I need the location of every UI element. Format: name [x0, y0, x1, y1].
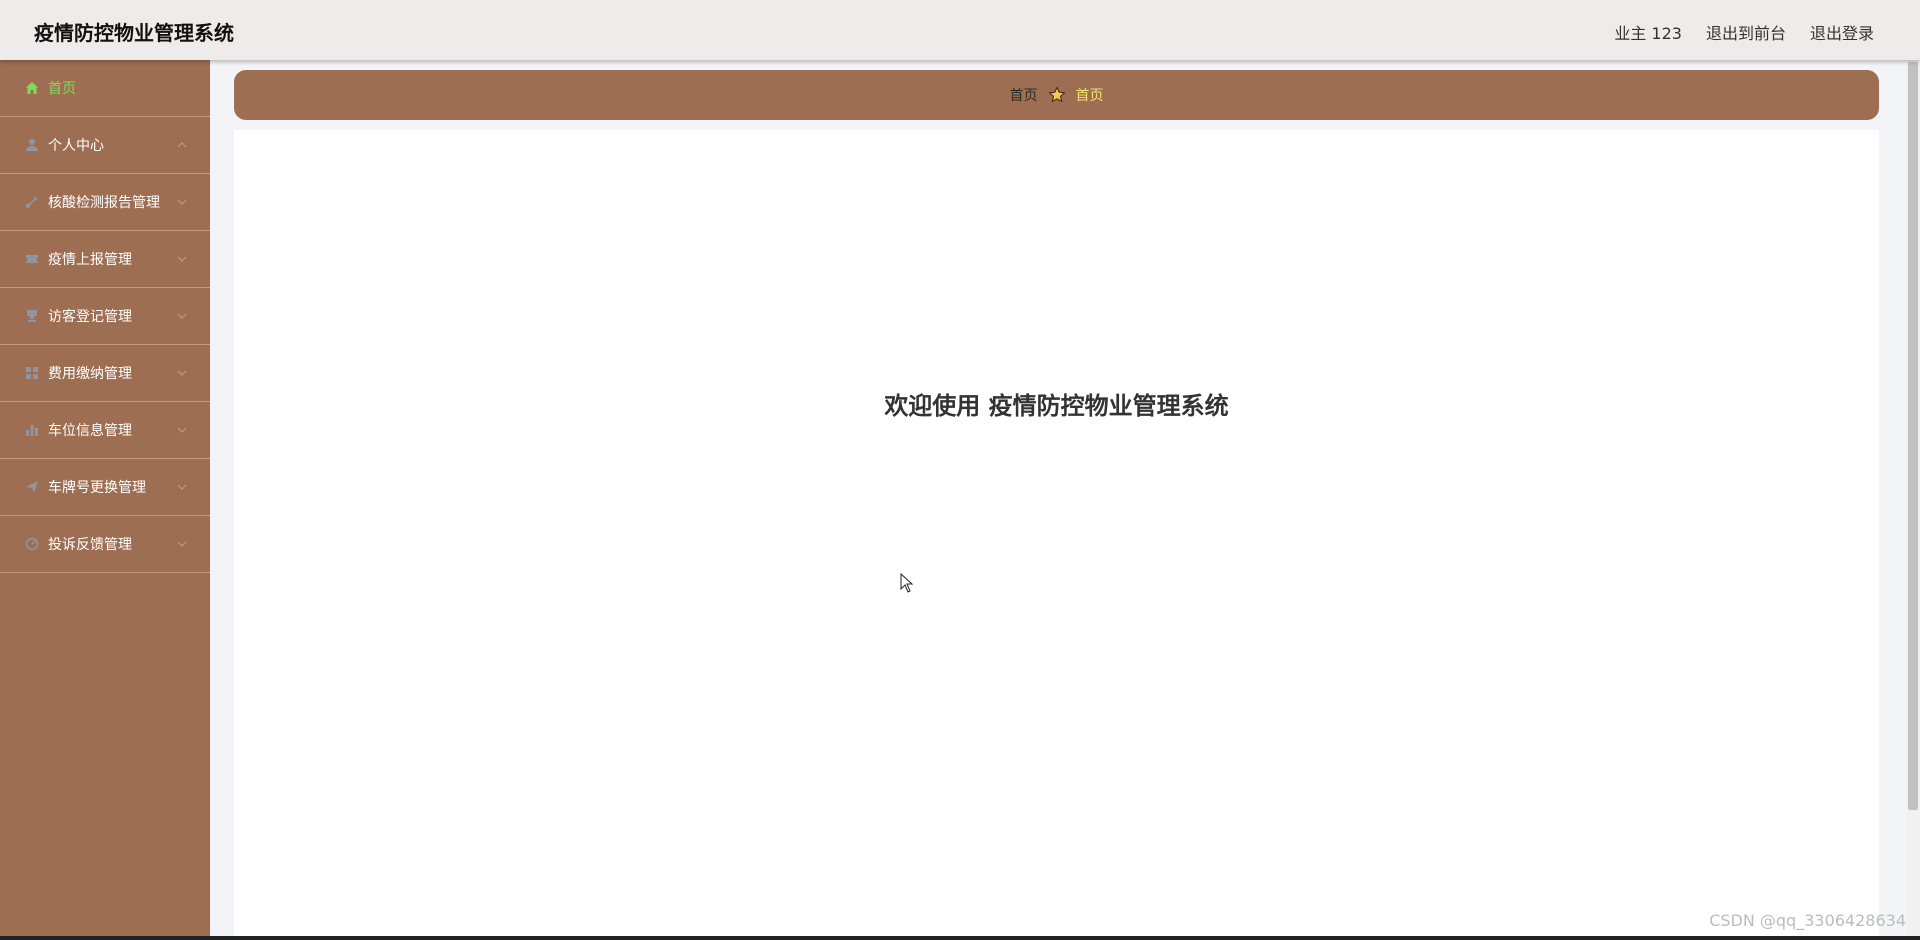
sidebar-item-personal-center[interactable]: 个人中心	[0, 117, 210, 174]
chevron-down-icon	[177, 484, 187, 490]
stamp-icon	[24, 308, 40, 324]
send-icon	[24, 479, 40, 495]
header-links: 业主 123 退出到前台 退出登录	[1614, 20, 1874, 44]
sidebar-item-label: 投诉反馈管理	[48, 537, 132, 553]
ticket-icon	[24, 251, 40, 267]
main-content: 欢迎使用 疫情防控物业管理系统	[234, 130, 1879, 936]
current-user-label[interactable]: 业主 123	[1614, 20, 1682, 44]
welcome-message: 欢迎使用 疫情防控物业管理系统	[884, 392, 1229, 420]
sidebar-item-label: 车牌号更换管理	[48, 480, 146, 496]
chevron-up-icon	[177, 142, 187, 148]
mouse-cursor-icon	[900, 573, 914, 593]
top-header: 疫情防控物业管理系统 业主 123 退出到前台 退出登录	[0, 0, 1920, 60]
sidebar-item-label: 疫情上报管理	[48, 252, 132, 268]
page-scrollbar[interactable]	[1906, 60, 1920, 936]
sidebar-item-fee-payment[interactable]: 费用缴纳管理	[0, 345, 210, 402]
sidebar: 首页 个人中心 核酸检测报告管理 疫情上报管理 访客登记管理 费用缴纳管理 车位…	[0, 60, 210, 940]
scrollbar-thumb[interactable]	[1908, 62, 1918, 810]
chevron-down-icon	[177, 541, 187, 547]
sidebar-item-label: 车位信息管理	[48, 423, 132, 439]
sidebar-item-nucleic-test-report[interactable]: 核酸检测报告管理	[0, 174, 210, 231]
sidebar-item-epidemic-report[interactable]: 疫情上报管理	[0, 231, 210, 288]
sidebar-item-complaint-feedback[interactable]: 投诉反馈管理	[0, 516, 210, 573]
bar-chart-icon	[24, 422, 40, 438]
breadcrumb-current: 首页	[1075, 88, 1104, 104]
star-icon	[1047, 86, 1066, 104]
logout-link[interactable]: 退出登录	[1810, 20, 1874, 44]
user-icon	[24, 137, 40, 153]
chevron-down-icon	[177, 313, 187, 319]
back-to-front-link[interactable]: 退出到前台	[1706, 20, 1786, 44]
swab-icon	[24, 194, 40, 210]
sidebar-item-parking-info[interactable]: 车位信息管理	[0, 402, 210, 459]
sidebar-item-plate-change[interactable]: 车牌号更换管理	[0, 459, 210, 516]
breadcrumb: 首页 首页	[234, 70, 1879, 120]
bottom-edge	[0, 936, 1920, 940]
watermark: CSDN @qq_3306428634	[1709, 911, 1906, 930]
chevron-down-icon	[177, 370, 187, 376]
sidebar-item-visitor-registration[interactable]: 访客登记管理	[0, 288, 210, 345]
dashboard-icon	[24, 536, 40, 552]
grid-icon	[24, 365, 40, 381]
app-title: 疫情防控物业管理系统	[34, 21, 234, 45]
sidebar-item-label: 个人中心	[48, 138, 104, 154]
sidebar-item-label: 访客登记管理	[48, 309, 132, 325]
sidebar-item-label: 首页	[48, 81, 76, 97]
chevron-down-icon	[177, 199, 187, 205]
sidebar-item-label: 核酸检测报告管理	[48, 195, 160, 211]
home-icon	[24, 80, 40, 96]
sidebar-item-home[interactable]: 首页	[0, 60, 210, 117]
chevron-down-icon	[177, 256, 187, 262]
chevron-down-icon	[177, 427, 187, 433]
sidebar-item-label: 费用缴纳管理	[48, 366, 132, 382]
breadcrumb-home-link[interactable]: 首页	[1010, 85, 1038, 105]
